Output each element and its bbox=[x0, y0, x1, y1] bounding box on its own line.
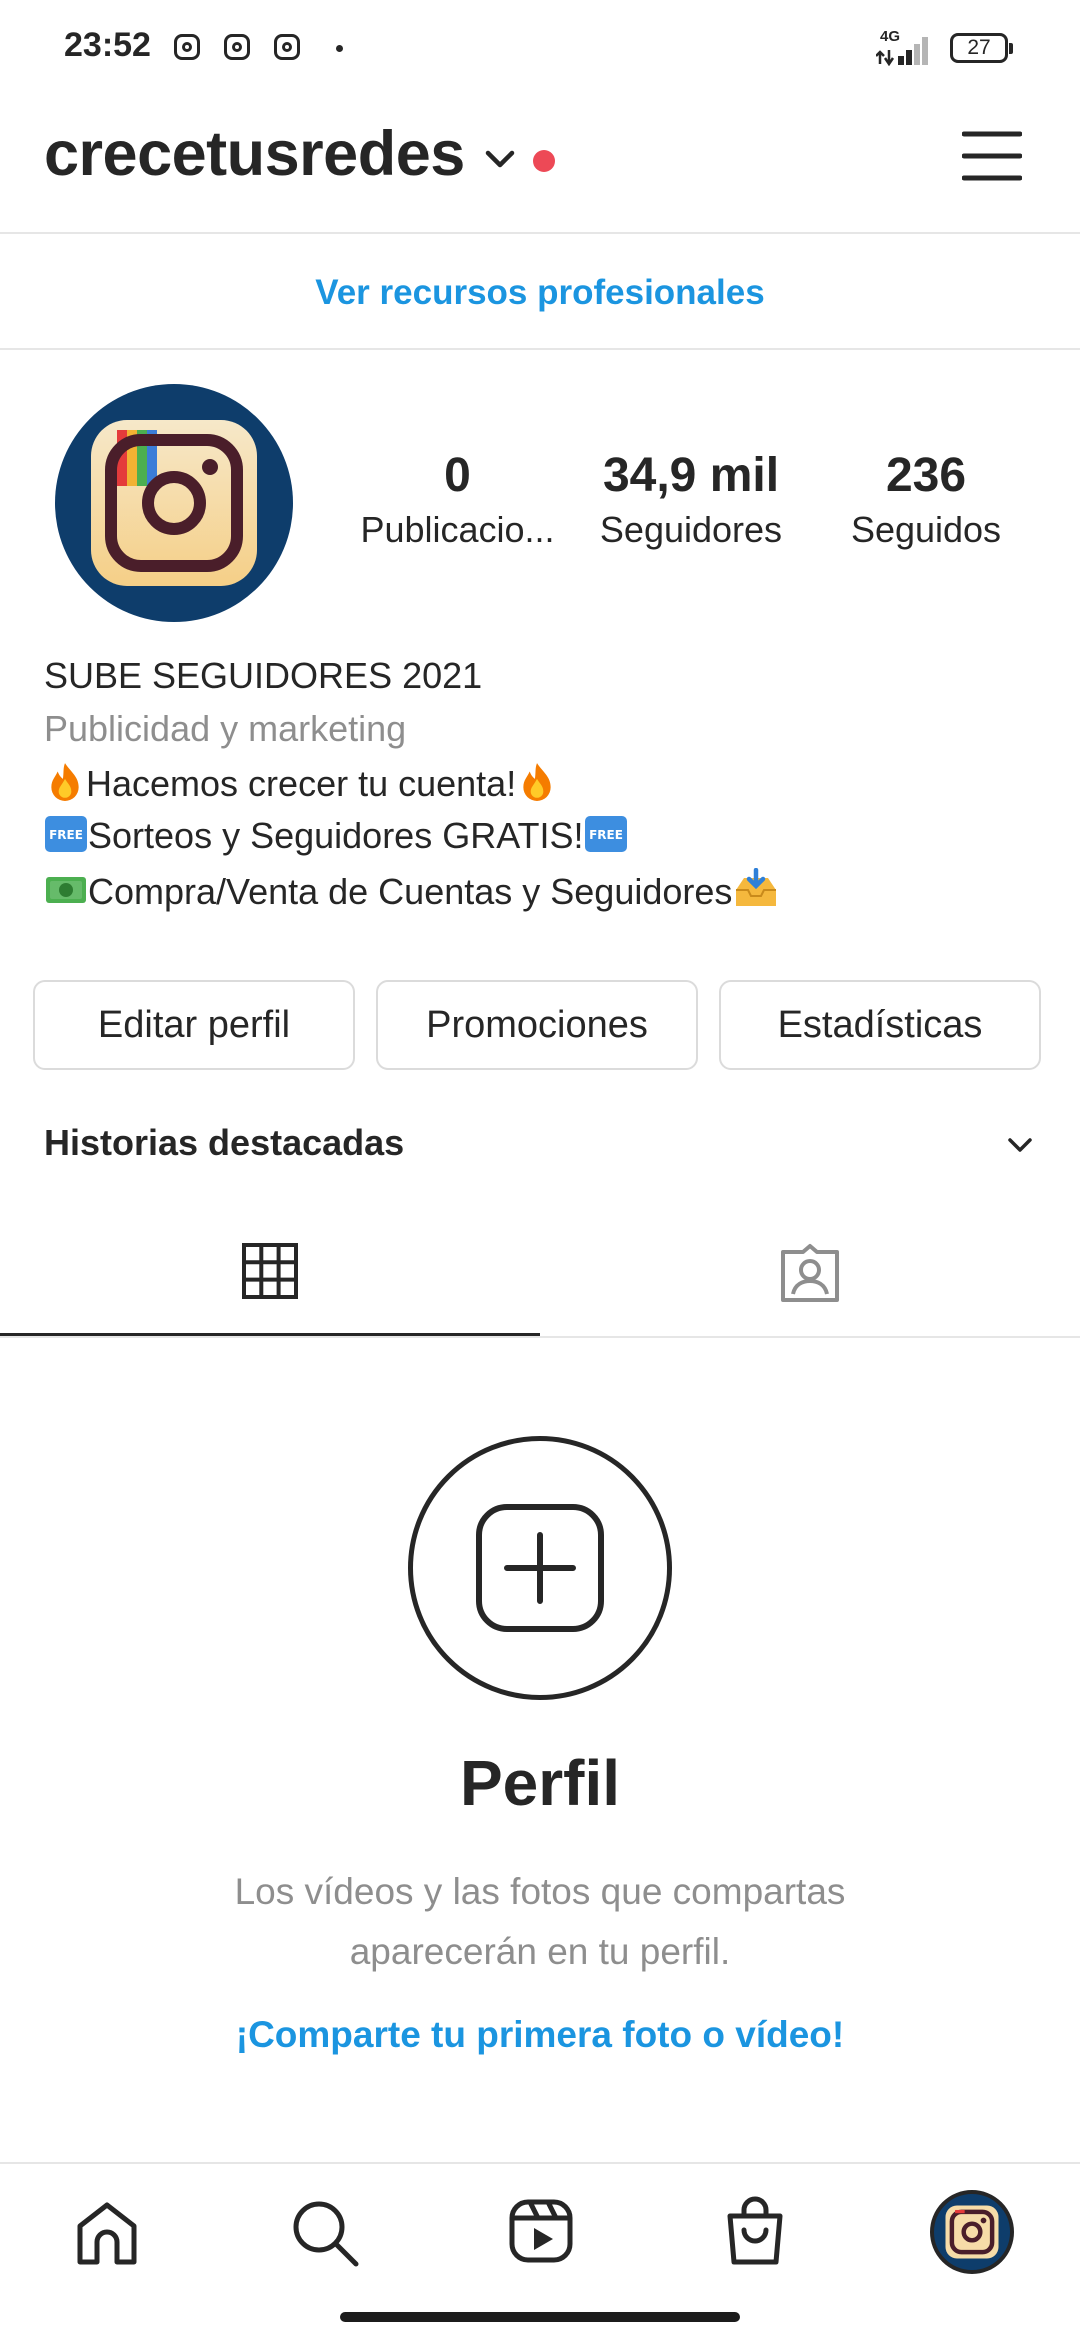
insights-button[interactable]: Estadísticas bbox=[719, 980, 1041, 1070]
status-time: 23:52 bbox=[64, 26, 151, 64]
signal-icon bbox=[876, 37, 928, 66]
posts-count: 0 bbox=[444, 449, 471, 502]
chevron-down-icon[interactable] bbox=[484, 148, 516, 172]
free-badge-text: FREE bbox=[589, 828, 623, 842]
chevron-down-icon[interactable] bbox=[1006, 1136, 1034, 1156]
search-icon[interactable] bbox=[290, 2198, 360, 2268]
professional-resources-link[interactable]: Ver recursos profesionales bbox=[0, 273, 1080, 313]
home-indicator bbox=[340, 2312, 740, 2322]
shop-icon[interactable] bbox=[722, 2196, 788, 2266]
followers-count: 34,9 mil bbox=[602, 449, 780, 502]
stat-followers[interactable]: 34,9 mil Seguidores bbox=[580, 448, 802, 551]
tabs-divider bbox=[0, 1336, 1080, 1338]
reels-icon[interactable] bbox=[508, 2198, 574, 2264]
create-post-button[interactable] bbox=[408, 1436, 672, 1700]
hamburger-menu-icon[interactable] bbox=[962, 130, 1022, 182]
header-divider bbox=[0, 232, 1080, 234]
free-badge-icon: FREE bbox=[584, 816, 627, 852]
followers-label: Seguidores bbox=[599, 509, 783, 550]
promotions-button[interactable]: Promociones bbox=[376, 980, 698, 1070]
bio-line: FREE Sorteos y Seguidores GRATIS! FREE bbox=[44, 814, 628, 857]
instagram-notification-icon bbox=[274, 34, 300, 60]
add-post-icon bbox=[476, 1504, 604, 1632]
notification-dot bbox=[533, 150, 555, 172]
bio-text: Hacemos crecer tu cuenta! bbox=[86, 763, 517, 804]
more-notifications-dot bbox=[336, 45, 343, 52]
instagram-logo-icon bbox=[945, 2205, 999, 2259]
status-bar: 23:52 4G 27 bbox=[0, 0, 1080, 90]
stat-posts[interactable]: 0 Publicacio... bbox=[350, 448, 565, 551]
instagram-notification-icon bbox=[224, 34, 250, 60]
money-emoji-icon bbox=[46, 877, 86, 903]
username-title[interactable]: crecetusredes bbox=[44, 118, 465, 190]
following-label: Seguidos bbox=[850, 509, 1002, 550]
inbox-tray-emoji-icon bbox=[736, 868, 777, 906]
bottom-nav-divider bbox=[0, 2162, 1080, 2164]
battery-indicator: 27 bbox=[950, 33, 1013, 63]
free-badge-icon: FREE bbox=[45, 816, 87, 852]
instagram-logo-icon bbox=[91, 420, 257, 586]
free-badge-text: FREE bbox=[49, 828, 83, 842]
empty-state-description: Los vídeos y las fotos que compartas apa… bbox=[234, 1871, 846, 1972]
instagram-notification-icon bbox=[174, 34, 200, 60]
bio-text: Sorteos y Seguidores GRATIS! bbox=[88, 815, 584, 856]
empty-state-title: Perfil bbox=[459, 1747, 621, 1819]
share-first-photo-link[interactable]: ¡Comparte tu primera foto o vídeo! bbox=[0, 2014, 1080, 2056]
tagged-icon[interactable] bbox=[779, 1242, 841, 1304]
grid-icon[interactable] bbox=[242, 1243, 298, 1299]
posts-label: Publicacio... bbox=[360, 509, 555, 550]
bio-line: Hacemos crecer tu cuenta! bbox=[44, 760, 558, 805]
bio-line: Compra/Venta de Cuentas y Seguidores bbox=[44, 868, 780, 913]
section-divider bbox=[0, 348, 1080, 350]
profile-tab-avatar[interactable] bbox=[930, 2190, 1014, 2274]
fire-emoji-icon bbox=[51, 763, 79, 801]
stat-following[interactable]: 236 Seguidos bbox=[828, 448, 1024, 551]
bio-text: Compra/Venta de Cuentas y Seguidores bbox=[88, 871, 733, 912]
edit-profile-button[interactable]: Editar perfil bbox=[33, 980, 355, 1070]
story-highlights-title[interactable]: Historias destacadas bbox=[44, 1122, 404, 1164]
following-count: 236 bbox=[885, 449, 967, 502]
profile-name: SUBE SEGUIDORES 2021 bbox=[44, 655, 483, 696]
profile-avatar[interactable] bbox=[55, 384, 293, 622]
profile-category: Publicidad y marketing bbox=[44, 708, 407, 749]
home-icon[interactable] bbox=[74, 2200, 140, 2266]
fire-emoji-icon bbox=[523, 763, 551, 801]
